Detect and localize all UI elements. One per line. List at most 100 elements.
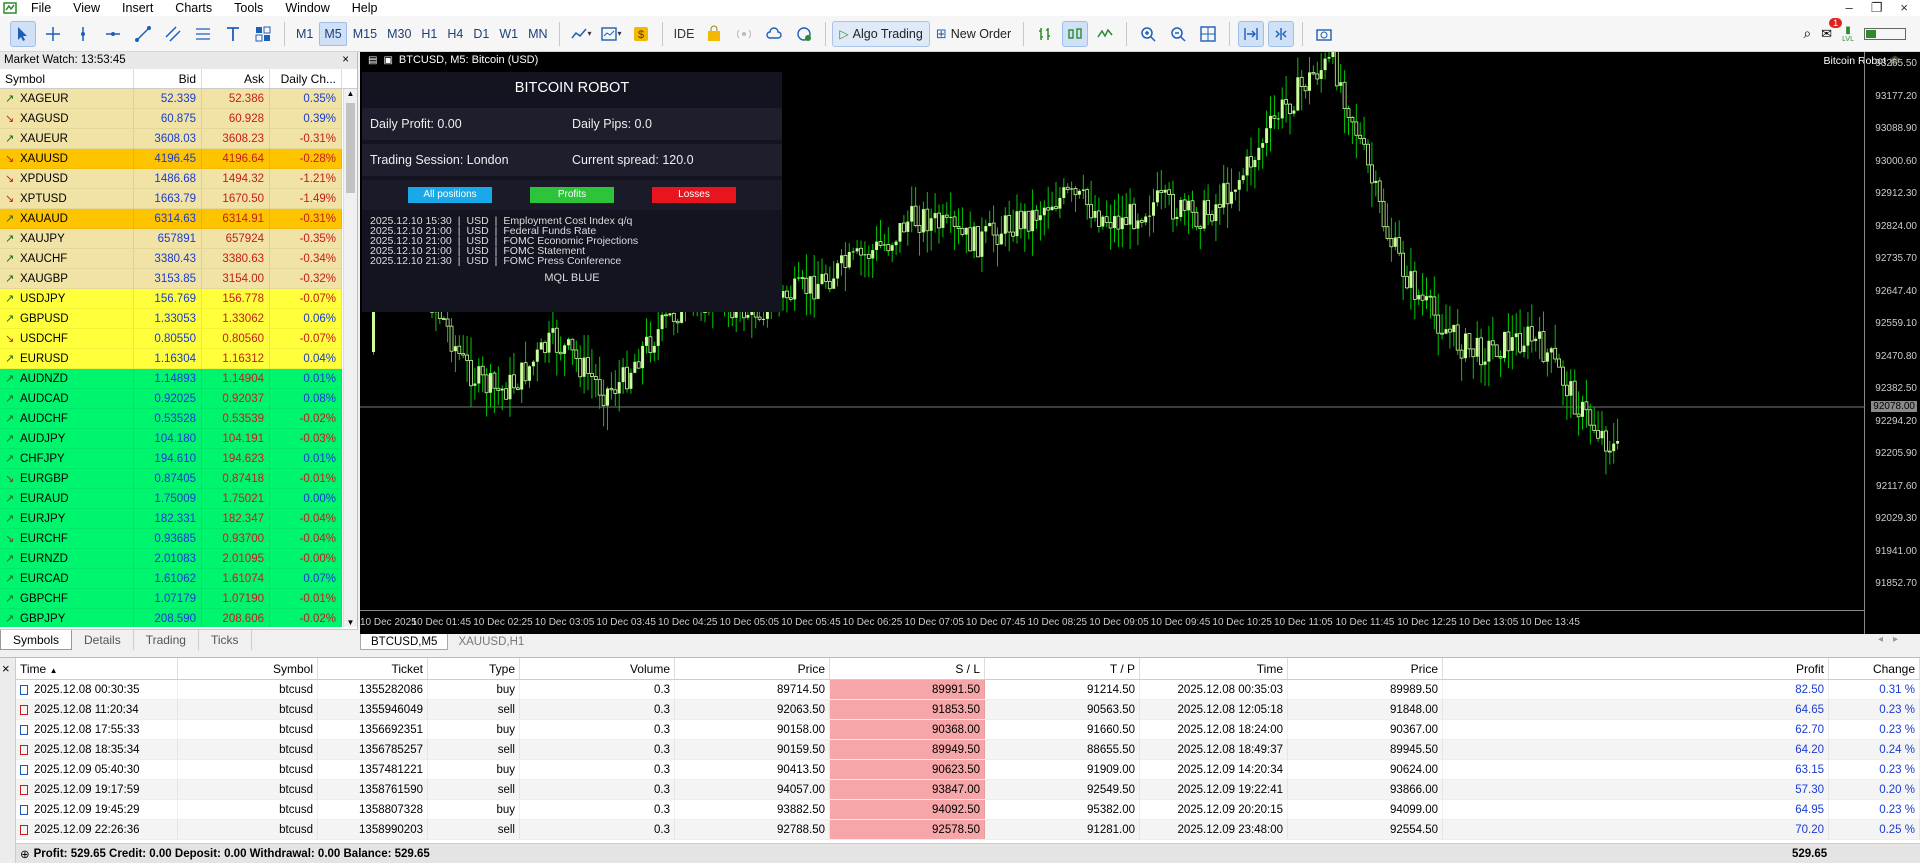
market-watch-row[interactable]: ↗ EURCAD 1.61062 1.61074 0.07% — [0, 569, 342, 589]
scroll-right-icon[interactable]: ▸ — [1893, 634, 1908, 645]
vertical-line-icon[interactable] — [70, 21, 96, 47]
restore-icon[interactable]: ❐ — [1871, 0, 1883, 16]
history-row[interactable]: 2025.12.09 22:26:36 btcusd 1358990203 sell 0… — [16, 820, 1920, 840]
scroll-down-icon[interactable]: ▼ — [344, 618, 357, 627]
ide-button[interactable]: IDE — [670, 22, 699, 46]
text-tool-icon[interactable] — [220, 21, 246, 47]
history-row[interactable]: 2025.12.09 19:17:59 btcusd 1358761590 sell 0… — [16, 780, 1920, 800]
tf-h4[interactable]: H4 — [443, 22, 467, 46]
market-watch-row[interactable]: ↗ AUDCAD 0.92025 0.92037 0.08% — [0, 389, 342, 409]
col-volume[interactable]: Volume — [520, 658, 675, 679]
shapes-icon[interactable] — [250, 21, 276, 47]
tf-m30[interactable]: M30 — [383, 22, 415, 46]
col-ask[interactable]: Ask — [202, 69, 270, 88]
menu-view[interactable]: View — [62, 0, 111, 16]
col-symbol[interactable]: Symbol — [178, 658, 318, 679]
col-time[interactable]: Time ▲ — [16, 658, 178, 679]
menu-charts[interactable]: Charts — [164, 0, 223, 16]
chart-window[interactable]: ▤ ▣ BTCUSD, M5: Bitcoin (USD) Bitcoin Ro… — [360, 52, 1920, 634]
algo-trading-button[interactable]: ▷ Algo Trading — [832, 20, 930, 47]
tf-h1[interactable]: H1 — [417, 22, 441, 46]
tab-ticks[interactable]: Ticks — [199, 630, 252, 650]
market-watch-row[interactable]: ↗ XAUCHF 3380.43 3380.63 -0.34% — [0, 249, 342, 269]
market-watch-row[interactable]: ↗ AUDNZD 1.14893 1.14904 0.01% — [0, 369, 342, 389]
all-positions-button[interactable]: All positions — [408, 187, 492, 203]
trendline-icon[interactable] — [130, 21, 156, 47]
col-price[interactable]: Price — [675, 658, 830, 679]
market-watch-row[interactable]: ↗ GBPCHF 1.07179 1.07190 -0.01% — [0, 589, 342, 609]
horizontal-line-icon[interactable] — [100, 21, 126, 47]
col-tp[interactable]: T / P — [985, 658, 1140, 679]
candlestick-icon[interactable] — [1062, 20, 1089, 47]
chart-menu-icon[interactable]: ▤ — [368, 55, 377, 66]
market-watch-row[interactable]: ↗ EURNZD 2.01083 2.01095 -0.00% — [0, 549, 342, 569]
menu-window[interactable]: Window — [274, 0, 340, 16]
chart-tab-xauusd[interactable]: XAUUSD,H1 — [448, 634, 534, 650]
col-daily-change[interactable]: Daily Ch... — [270, 69, 342, 88]
market-watch-row[interactable]: ↗ XAUGBP 3153.85 3154.00 -0.32% — [0, 269, 342, 289]
col-type[interactable]: Type — [428, 658, 520, 679]
market-watch-row[interactable]: ↘ EURGBP 0.87405 0.87418 -0.01% — [0, 469, 342, 489]
tf-m15[interactable]: M15 — [349, 22, 381, 46]
tab-symbols[interactable]: Symbols — [0, 630, 73, 650]
losses-button[interactable]: Losses — [652, 187, 736, 203]
col-close-price[interactable]: Price — [1288, 658, 1443, 679]
market-watch-row[interactable]: ↗ GBPJPY 208.590 208.606 -0.02% — [0, 609, 342, 627]
history-row[interactable]: 2025.12.08 17:55:33 btcusd 1356692351 buy 0.… — [16, 720, 1920, 740]
tf-w1[interactable]: W1 — [495, 22, 522, 46]
history-row[interactable]: 2025.12.08 00:30:35 btcusd 1355282086 buy 0.… — [16, 680, 1920, 700]
market-watch-row[interactable]: ↗ XAUJPY 657891 657924 -0.35% — [0, 229, 342, 249]
minimize-icon[interactable]: – — [1846, 0, 1853, 16]
market-watch-row[interactable]: ↘ XAUUSD 4196.45 4196.64 -0.28% — [0, 149, 342, 169]
menu-file[interactable]: File — [20, 0, 62, 16]
app-icon[interactable] — [0, 0, 20, 16]
zoom-in-icon[interactable] — [1135, 21, 1161, 47]
crosshair-icon[interactable] — [40, 21, 66, 47]
chart-tab-btcusd[interactable]: BTCUSD,M5 — [360, 634, 449, 650]
col-symbol[interactable]: Symbol — [0, 69, 134, 88]
market-watch-row[interactable]: ↗ XAUEUR 3608.03 3608.23 -0.31% — [0, 129, 342, 149]
market-watch-row[interactable]: ↗ EURAUD 1.75009 1.75021 0.00% — [0, 489, 342, 509]
market-watch-row[interactable]: ↗ AUDCHF 0.53528 0.53539 -0.02% — [0, 409, 342, 429]
chart-tab-scroll[interactable]: ◂▸ — [1878, 634, 1920, 650]
market-watch-row[interactable]: ↗ GBPUSD 1.33053 1.33062 0.06% — [0, 309, 342, 329]
profits-button[interactable]: Profits — [530, 187, 614, 203]
menu-tools[interactable]: Tools — [223, 0, 274, 16]
market-watch-row[interactable]: ↘ EURCHF 0.93685 0.93700 -0.04% — [0, 529, 342, 549]
bar-chart-icon[interactable] — [1032, 21, 1058, 47]
col-close-time[interactable]: Time — [1140, 658, 1288, 679]
menu-insert[interactable]: Insert — [111, 0, 164, 16]
col-profit[interactable]: Profit — [1443, 658, 1829, 679]
fibonacci-icon[interactable] — [190, 21, 216, 47]
tf-m5[interactable]: M5 — [319, 21, 347, 46]
market-watch-row[interactable]: ↘ USDCHF 0.80550 0.80560 -0.07% — [0, 329, 342, 349]
market-watch-row[interactable]: ↗ EURUSD 1.16304 1.16312 0.04% — [0, 349, 342, 369]
zoom-out-icon[interactable] — [1165, 21, 1191, 47]
tf-m1[interactable]: M1 — [292, 22, 317, 46]
scroll-up-icon[interactable]: ▲ — [344, 89, 357, 98]
market-watch-row[interactable]: ↗ XAGEUR 52.339 52.386 0.35% — [0, 89, 342, 109]
col-change[interactable]: Change — [1829, 658, 1920, 679]
scroll-thumb[interactable] — [346, 103, 355, 193]
market-watch-row[interactable]: ↘ XPTUSD 1663.79 1670.50 -1.49% — [0, 189, 342, 209]
screenshot-icon[interactable] — [1311, 21, 1337, 47]
tab-trading[interactable]: Trading — [134, 630, 199, 650]
vps-cloud-icon[interactable] — [761, 21, 787, 47]
scroll-left-icon[interactable]: ◂ — [1878, 634, 1893, 645]
search-icon[interactable]: ⌕ — [1803, 25, 1811, 42]
market-watch-scrollbar[interactable]: ▲ ▼ — [343, 89, 357, 627]
close-icon[interactable]: × — [342, 52, 353, 69]
history-row[interactable]: 2025.12.08 18:35:34 btcusd 1356785257 sell 0… — [16, 740, 1920, 760]
col-sl[interactable]: S / L — [830, 658, 985, 679]
dollar-icon[interactable]: $ — [628, 21, 654, 47]
history-row[interactable]: 2025.12.09 19:45:29 btcusd 1358807328 buy 0.… — [16, 800, 1920, 820]
chart-shift-icon[interactable] — [1268, 20, 1295, 47]
autoscroll-icon[interactable] — [1238, 20, 1265, 47]
signals-icon[interactable] — [731, 21, 757, 47]
history-row[interactable]: 2025.12.08 11:20:34 btcusd 1355946049 sell 0… — [16, 700, 1920, 720]
tf-mn[interactable]: MN — [524, 22, 551, 46]
market-bag-icon[interactable] — [701, 21, 727, 47]
price-axis[interactable]: 93265.50 93177.20 93088.90 93000.60 92912.30… — [1864, 52, 1920, 634]
market-watch-row[interactable]: ↘ XAGUSD 60.875 60.928 0.39% — [0, 109, 342, 129]
cursor-tool-icon[interactable] — [10, 20, 36, 47]
